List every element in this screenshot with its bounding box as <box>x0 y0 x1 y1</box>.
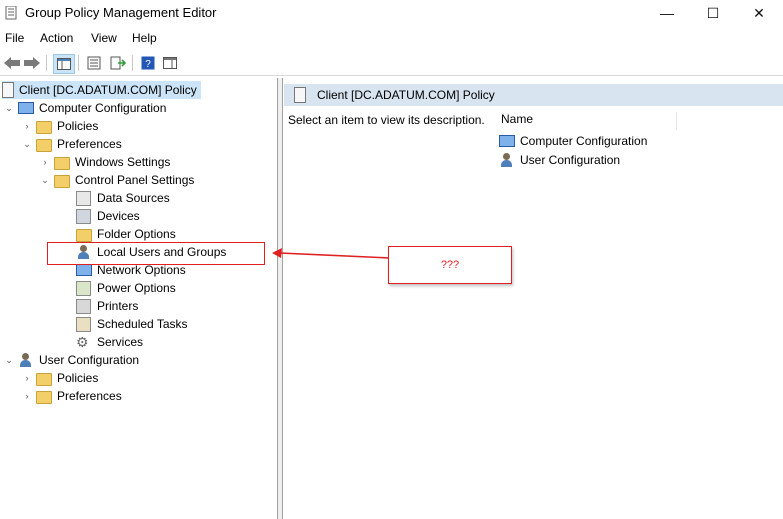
control-panel-folder-icon <box>54 172 70 188</box>
maximize-button[interactable]: ☐ <box>690 0 736 26</box>
folder-icon <box>36 370 52 386</box>
close-button[interactable]: ✕ <box>736 0 782 26</box>
toolbar-separator <box>78 55 79 71</box>
tree-preferences[interactable]: ⌄ Preferences <box>22 135 122 153</box>
policy-icon <box>2 82 14 98</box>
user-icon <box>499 152 515 168</box>
annotation-arrow <box>272 248 391 259</box>
chevron-right-icon[interactable]: › <box>22 391 32 401</box>
tree-user-policies[interactable]: › Policies <box>22 369 98 387</box>
column-header-label: Name <box>501 112 534 126</box>
tree-label: Control Panel Settings <box>75 173 195 187</box>
folder-icon <box>36 136 52 152</box>
chevron-down-icon[interactable]: ⌄ <box>22 139 32 150</box>
menu-help[interactable]: Help <box>132 31 157 45</box>
tree-printers[interactable]: Printers <box>76 297 138 315</box>
details-pane: Client [DC.ADATUM.COM] Policy Select an … <box>282 78 783 519</box>
tree-data-sources[interactable]: Data Sources <box>76 189 170 207</box>
tree-scheduled-tasks[interactable]: Scheduled Tasks <box>76 315 188 333</box>
details-header: Client [DC.ADATUM.COM] Policy <box>284 84 783 106</box>
tree-control-panel-settings[interactable]: ⌄ Control Panel Settings <box>40 171 194 189</box>
tree-root-label: Client [DC.ADATUM.COM] Policy <box>19 83 197 97</box>
tree-label: Policies <box>57 119 99 133</box>
console-tree[interactable]: Client [DC.ADATUM.COM] Policy ⌄ Computer… <box>0 78 278 519</box>
tree-label: Network Options <box>97 263 186 277</box>
title-bar: Group Policy Management Editor — ☐ ✕ <box>0 0 783 26</box>
computer-icon <box>499 133 515 149</box>
menu-action[interactable]: Action <box>40 31 73 45</box>
tree-label: Scheduled Tasks <box>97 317 188 331</box>
chevron-down-icon[interactable]: ⌄ <box>40 175 50 186</box>
window-title: Group Policy Management Editor <box>25 5 217 20</box>
folder-icon <box>36 118 52 134</box>
annotation-box: ??? <box>388 246 512 284</box>
tree-label: Folder Options <box>97 227 176 241</box>
user-icon <box>18 352 34 368</box>
export-list-icon[interactable] <box>108 54 128 72</box>
tree-label: Power Options <box>97 281 176 295</box>
computer-icon <box>18 100 34 116</box>
tree-label: Services <box>97 335 144 349</box>
tree-computer-configuration[interactable]: ⌄ Computer Configuration <box>4 99 166 117</box>
minimize-button[interactable]: — <box>644 0 690 26</box>
toolbar: ? <box>0 51 783 76</box>
policy-icon <box>294 87 306 103</box>
tree-policies[interactable]: › Policies <box>22 117 98 135</box>
tree-label: Preferences <box>57 137 122 151</box>
tree-devices[interactable]: Devices <box>76 207 140 225</box>
data-sources-icon <box>76 190 92 206</box>
services-gear-icon: ⚙ <box>76 334 89 350</box>
chevron-down-icon[interactable]: ⌄ <box>4 103 14 114</box>
tree-user-preferences[interactable]: › Preferences <box>22 387 122 405</box>
group-policy-app-icon <box>5 6 17 20</box>
chevron-right-icon[interactable]: › <box>40 157 50 167</box>
tree-label: Data Sources <box>97 191 170 205</box>
tree-user-configuration[interactable]: ⌄ User Configuration <box>4 351 139 369</box>
tree-label: Printers <box>97 299 139 313</box>
tree-folder-options[interactable]: Folder Options <box>76 225 176 243</box>
tree-power-options[interactable]: Power Options <box>76 279 176 297</box>
tree-label: User Configuration <box>39 353 140 367</box>
list-item-label: User Configuration <box>520 153 621 167</box>
toolbar-separator <box>46 55 47 71</box>
tree-label: Windows Settings <box>75 155 171 169</box>
scheduled-tasks-icon <box>76 316 92 332</box>
svg-text:?: ? <box>145 59 151 70</box>
chevron-down-icon[interactable]: ⌄ <box>4 355 14 366</box>
toolbar-separator <box>132 55 133 71</box>
printer-icon <box>76 298 92 314</box>
tree-label: Preferences <box>57 389 122 403</box>
menu-file[interactable]: File <box>5 31 24 45</box>
tree-label: Devices <box>97 209 140 223</box>
tree-label: Policies <box>57 371 99 385</box>
menu-bar: File Action View Help <box>0 28 783 49</box>
description-text: Select an item to view its description. <box>288 113 485 127</box>
tree-services[interactable]: ⚙ Services <box>76 333 143 351</box>
highlight-box <box>47 242 265 265</box>
details-header-title: Client [DC.ADATUM.COM] Policy <box>317 88 495 102</box>
folder-icon <box>54 154 70 170</box>
annotation-text: ??? <box>440 259 460 271</box>
list-item[interactable]: User Configuration <box>499 151 620 169</box>
folder-icon <box>36 388 52 404</box>
list-item[interactable]: Computer Configuration <box>499 132 647 150</box>
list-item-label: Computer Configuration <box>520 134 648 148</box>
chevron-right-icon[interactable]: › <box>22 373 32 383</box>
show-action-pane-icon[interactable] <box>160 54 180 72</box>
tree-windows-settings[interactable]: › Windows Settings <box>40 153 170 171</box>
folder-options-icon <box>76 226 92 242</box>
back-arrow-icon[interactable] <box>2 54 22 72</box>
help-icon[interactable]: ? <box>138 54 158 72</box>
power-options-icon <box>76 280 92 296</box>
devices-icon <box>76 208 92 224</box>
console-tree-icon[interactable] <box>53 54 75 74</box>
column-header-name[interactable]: Name <box>501 112 677 130</box>
tree-root-policy[interactable]: Client [DC.ADATUM.COM] Policy <box>2 81 201 99</box>
menu-view[interactable]: View <box>91 31 117 45</box>
forward-arrow-icon[interactable] <box>22 54 42 72</box>
tree-label: Computer Configuration <box>39 101 167 115</box>
properties-icon[interactable] <box>84 54 104 72</box>
chevron-right-icon[interactable]: › <box>22 121 32 131</box>
